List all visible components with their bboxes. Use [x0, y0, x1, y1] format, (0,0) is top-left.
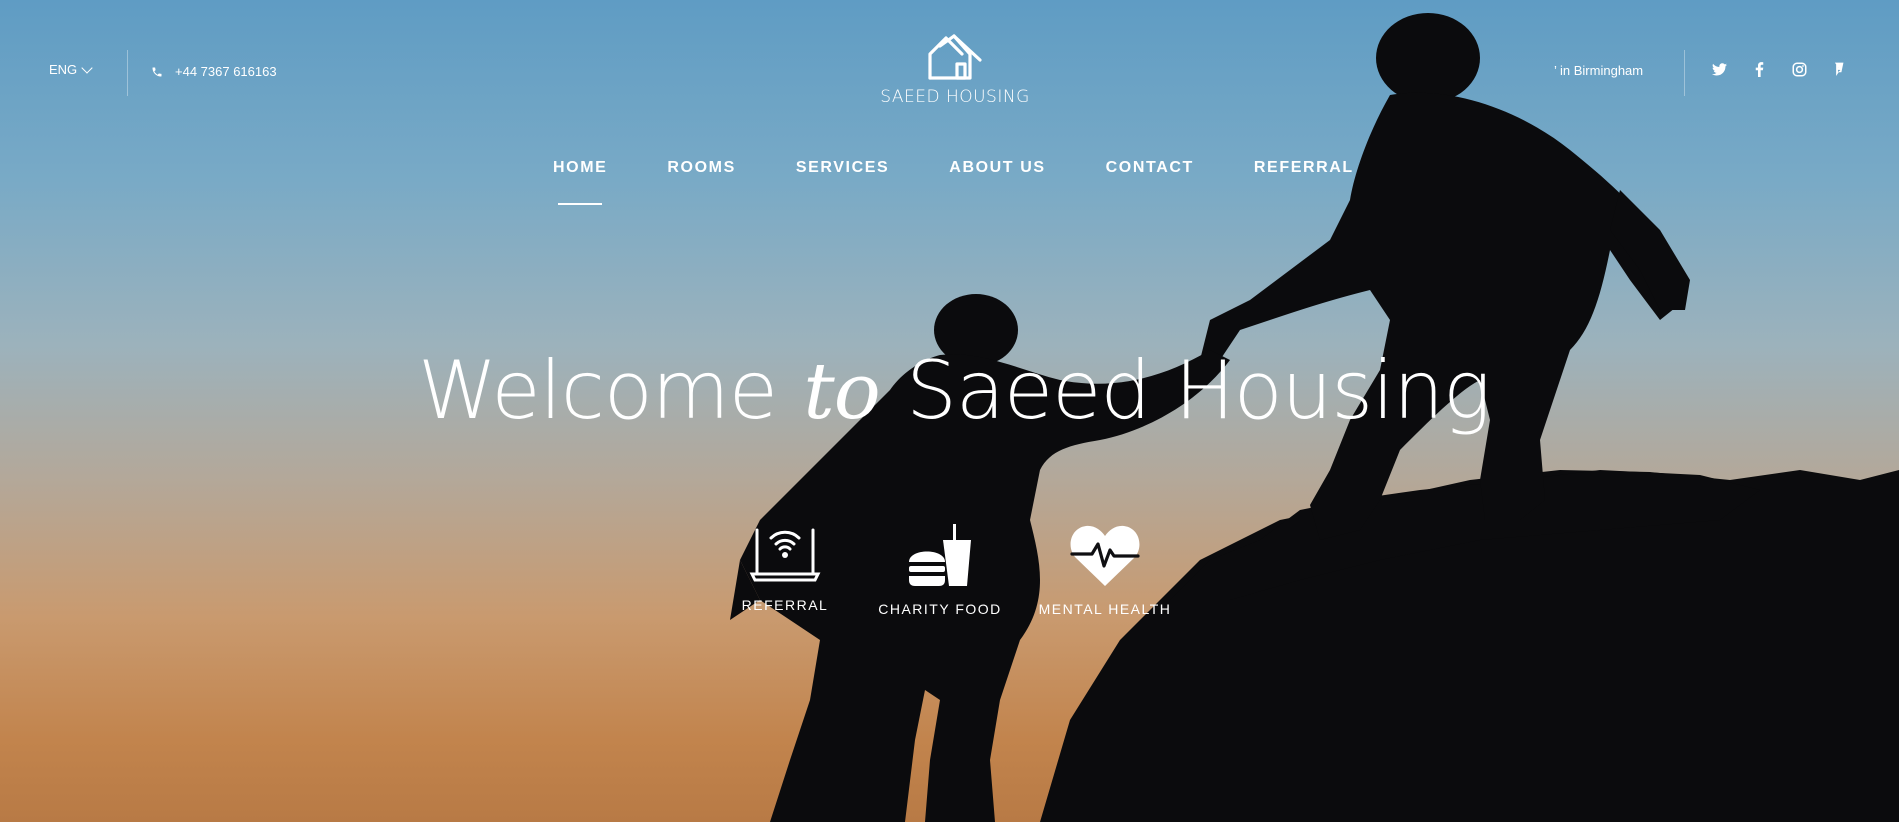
- laptop-wifi-icon: [749, 528, 821, 582]
- feature-referral[interactable]: REFERRAL: [735, 516, 835, 613]
- phone-icon: [152, 67, 162, 76]
- house-logo-icon: [928, 34, 982, 80]
- headline-welcome: Welcome: [418, 344, 778, 437]
- nav-item-about-us[interactable]: ABOUT US: [949, 159, 1045, 177]
- heart-pulse-icon: [1070, 525, 1140, 586]
- nav-item-rooms[interactable]: ROOMS: [667, 159, 735, 177]
- headline-brand: Saeed Housing: [906, 344, 1491, 437]
- nav-item-services[interactable]: SERVICES: [796, 159, 889, 177]
- nav-item-home[interactable]: HOME: [553, 159, 607, 205]
- feature-mental-health[interactable]: MENTAL HEALTH: [1030, 522, 1180, 617]
- phone-link[interactable]: +44 7367 616163: [151, 64, 277, 79]
- language-selector[interactable]: ENG: [49, 61, 93, 77]
- hero-headline: Welcome to Saeed Housing: [418, 344, 1491, 437]
- social-links: [1710, 60, 1848, 78]
- twitter-icon[interactable]: [1710, 60, 1728, 78]
- burger-drink-icon: [909, 524, 971, 586]
- foursquare-icon[interactable]: [1830, 60, 1848, 78]
- language-label: ENG: [49, 62, 78, 77]
- location-text: ’ in Birmingham: [1554, 63, 1644, 78]
- main-nav: HOME ROOMS SERVICES ABOUT US CONTACT REF…: [553, 159, 1354, 205]
- phone-number: +44 7367 616163: [175, 64, 277, 79]
- hero-background: ENG +44 7367 616163 ’ in Birmingham SAEE…: [0, 0, 1899, 822]
- facebook-icon[interactable]: [1750, 60, 1768, 78]
- nav-item-contact[interactable]: CONTACT: [1106, 159, 1194, 177]
- feature-label: REFERRAL: [741, 597, 829, 613]
- chevron-down-icon: [81, 61, 93, 74]
- site-logo[interactable]: SAEED HOUSING: [880, 34, 1030, 107]
- headline-to: to: [803, 347, 880, 437]
- feature-label: CHARITY FOOD: [878, 601, 1002, 617]
- divider: [127, 50, 128, 96]
- divider: [1684, 50, 1685, 96]
- feature-charity-food[interactable]: CHARITY FOOD: [870, 522, 1010, 617]
- brand-name: SAEED HOUSING: [880, 87, 1030, 107]
- feature-label: MENTAL HEALTH: [1038, 601, 1172, 617]
- nav-item-referral[interactable]: REFERRAL: [1254, 159, 1354, 177]
- instagram-icon[interactable]: [1790, 60, 1808, 78]
